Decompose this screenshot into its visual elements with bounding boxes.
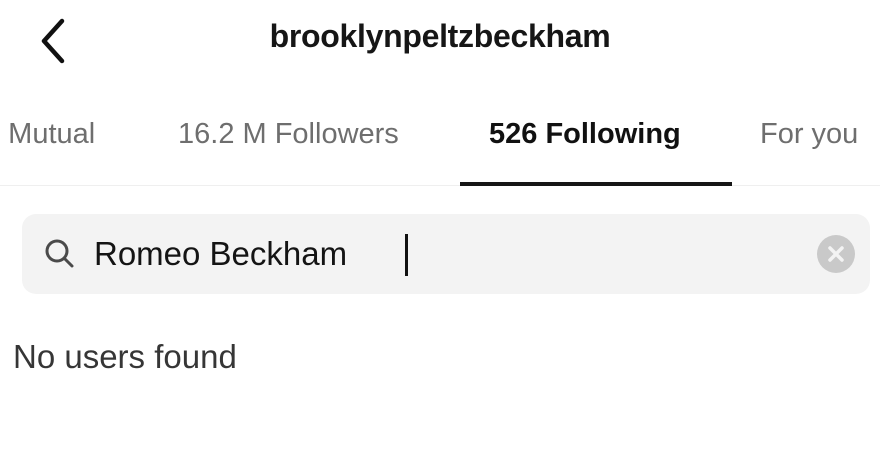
tab-following[interactable]: 526 Following [489,118,681,151]
tab-for-you[interactable]: For you [760,118,858,151]
tab-followers[interactable]: 16.2 M Followers [178,118,399,151]
clear-search-button[interactable] [817,235,855,273]
close-circle-icon [828,246,844,262]
tab-bar: 9 Mutual 16.2 M Followers 526 Following … [0,96,880,188]
search-bar[interactable] [22,214,870,294]
search-input[interactable] [94,230,794,278]
page-title: brooklynpeltzbeckham [269,18,611,54]
tab-mutual[interactable]: 9 Mutual [0,118,95,151]
tabs-divider [0,185,880,186]
header: brooklynpeltzbeckham [0,0,880,80]
active-tab-indicator [460,182,732,186]
empty-results-message: No users found [13,338,237,375]
text-cursor [405,234,408,276]
search-icon [45,239,74,268]
